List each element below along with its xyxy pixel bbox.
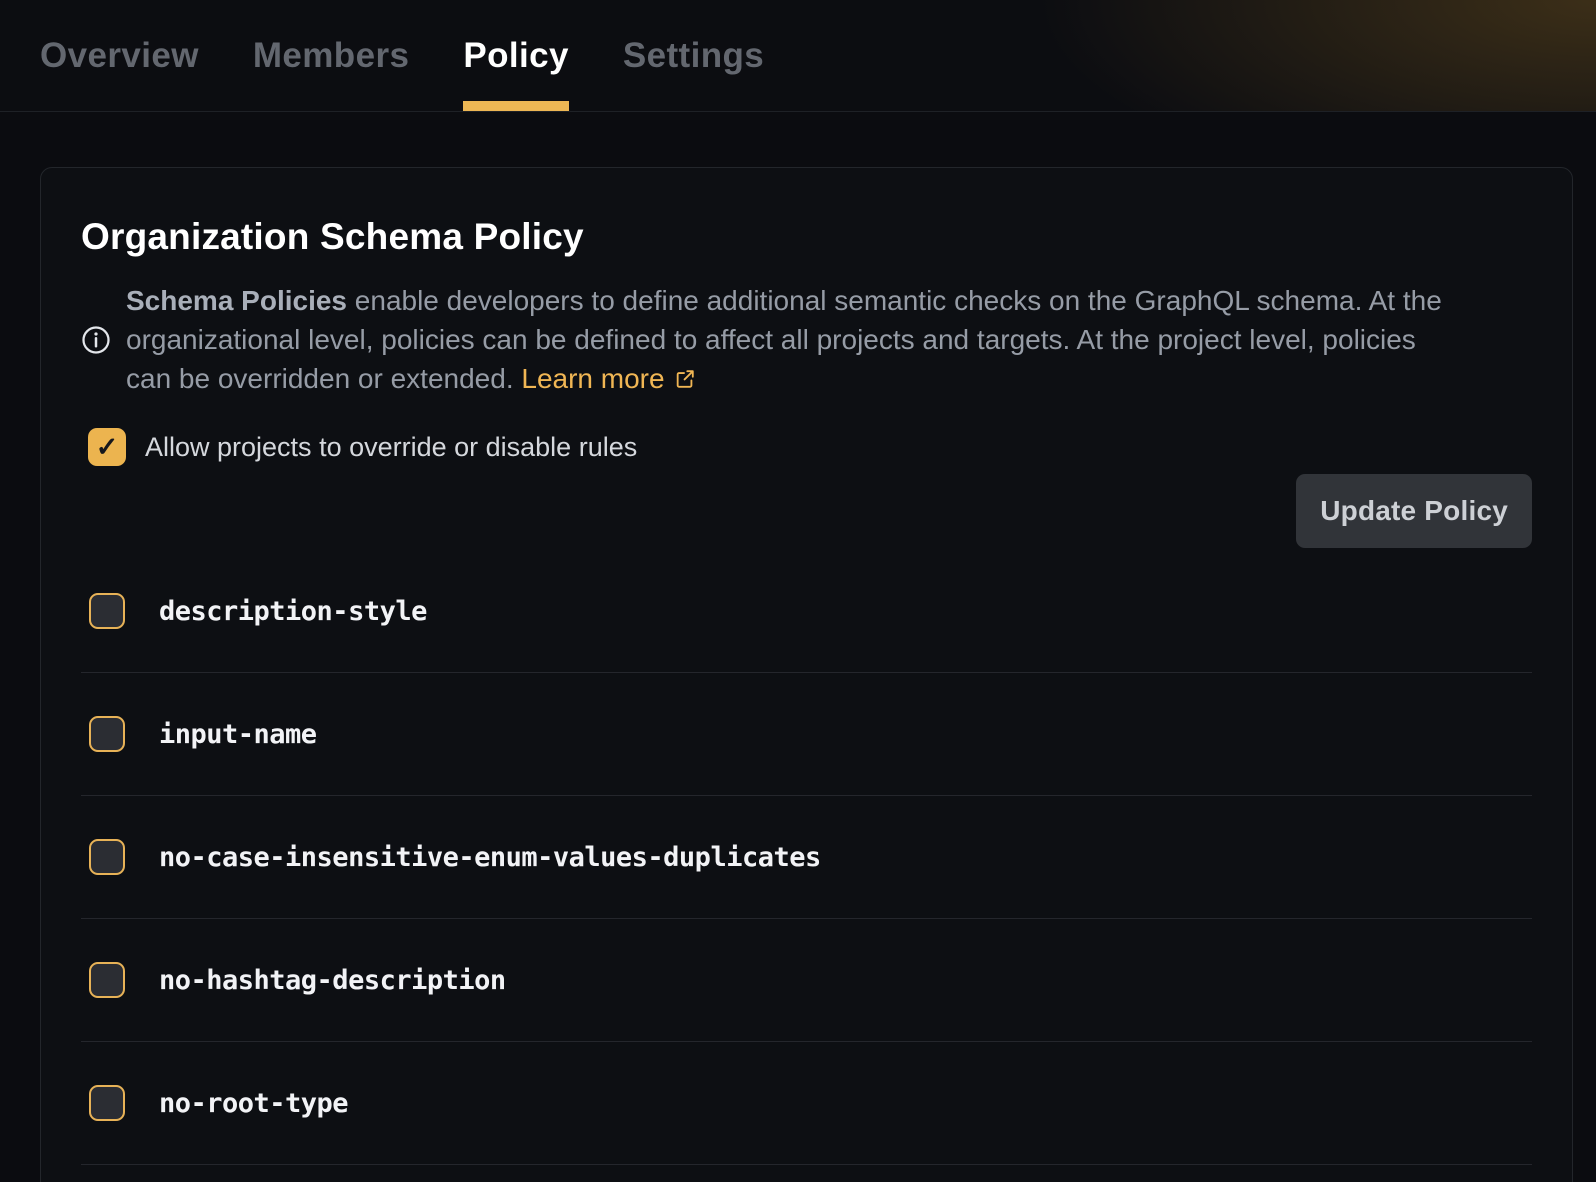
tab-bar: Overview Members Policy Settings xyxy=(0,0,1596,112)
page-title: Organization Schema Policy xyxy=(81,215,1532,259)
tab-settings[interactable]: Settings xyxy=(623,0,764,111)
rule-row-description-style: description-style xyxy=(81,550,1532,673)
info-line-2: organizational level, policies can be de… xyxy=(126,320,1442,359)
info-line-3: can be overridden or extended. Learn mor… xyxy=(126,359,1442,398)
rule-checkbox[interactable] xyxy=(89,1085,125,1121)
allow-override-checkbox[interactable]: ✓ Allow projects to override or disable … xyxy=(81,428,637,466)
rule-checkbox[interactable] xyxy=(89,839,125,875)
check-icon: ✓ xyxy=(96,434,119,461)
rule-checkbox[interactable] xyxy=(89,593,125,629)
rule-row-no-root-type: no-root-type xyxy=(81,1042,1532,1165)
rule-name: no-root-type xyxy=(159,1088,348,1119)
learn-more-link[interactable]: Learn more xyxy=(521,363,664,394)
info-icon xyxy=(81,325,111,355)
allow-override-label: Allow projects to override or disable ru… xyxy=(145,432,637,463)
rules-list: description-style input-name no-case-ins… xyxy=(81,550,1532,1165)
rule-row-no-hashtag-description: no-hashtag-description xyxy=(81,919,1532,1042)
rule-row-input-name: input-name xyxy=(81,673,1532,796)
rule-name: input-name xyxy=(159,719,317,750)
rule-row-no-case-insensitive-enum-values-duplicates: no-case-insensitive-enum-values-duplicat… xyxy=(81,796,1532,919)
rule-name: description-style xyxy=(159,596,427,627)
tab-policy[interactable]: Policy xyxy=(463,0,569,111)
info-lead: Schema Policies xyxy=(126,285,347,316)
rule-name: no-hashtag-description xyxy=(159,965,506,996)
checkbox-checked[interactable]: ✓ xyxy=(88,428,126,466)
tab-nav: Overview Members Policy Settings xyxy=(0,0,804,111)
info-text: Schema Policies enable developers to def… xyxy=(126,281,1442,398)
policy-card: Organization Schema Policy Schema Polici… xyxy=(40,167,1573,1182)
rule-checkbox[interactable] xyxy=(89,716,125,752)
button-row: Update Policy xyxy=(81,474,1532,548)
info-banner: Schema Policies enable developers to def… xyxy=(81,281,1532,398)
update-policy-button[interactable]: Update Policy xyxy=(1296,474,1532,548)
info-line-1: Schema Policies enable developers to def… xyxy=(126,281,1442,320)
main-content: Organization Schema Policy Schema Polici… xyxy=(0,112,1596,1182)
rule-name: no-case-insensitive-enum-values-duplicat… xyxy=(159,842,821,873)
external-link-icon xyxy=(674,368,696,390)
tab-overview[interactable]: Overview xyxy=(40,0,199,111)
tab-members[interactable]: Members xyxy=(253,0,409,111)
rule-checkbox[interactable] xyxy=(89,962,125,998)
